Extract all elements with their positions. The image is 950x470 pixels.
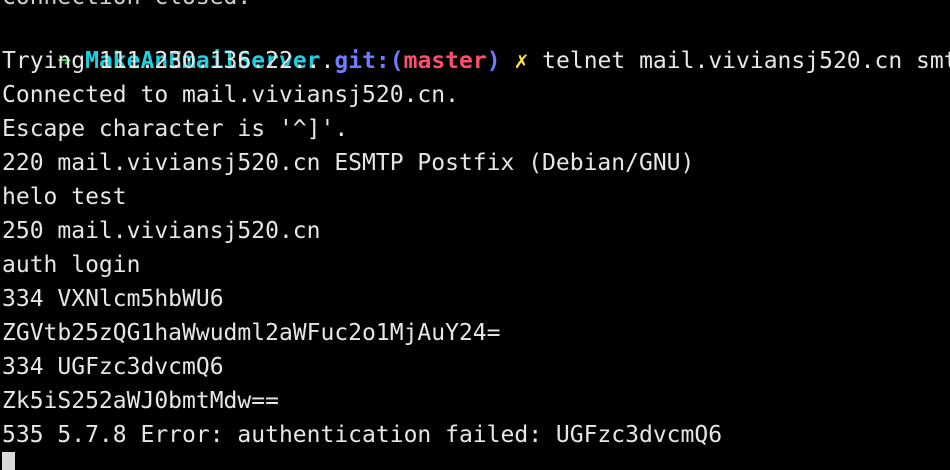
output-line: ZGVtb25zQG1haWwudml2aWFuc2o1MjAuY24= xyxy=(2,320,501,346)
output-line: auth login xyxy=(2,252,141,278)
output-line: Zk5iS252aWJ0bmtMdw== xyxy=(2,388,279,414)
output-line: 535 5.7.8 Error: authentication failed: … xyxy=(2,422,723,448)
terminal-window[interactable]: Connection closed. ➜ MakeAnEmailServer g… xyxy=(0,0,950,470)
prompt-dirty-icon: ✗ xyxy=(514,48,529,74)
output-line: helo test xyxy=(2,184,127,210)
prompt-command: telnet mail.viviansj520.cn smtp xyxy=(542,48,950,74)
output-line: 334 VXNlcm5hbWU6 xyxy=(2,286,224,312)
shell-prompt-line: ➜ MakeAnEmailServer git:(master) ✗ telne… xyxy=(2,10,950,74)
output-line: Escape character is '^]'. xyxy=(2,116,349,142)
output-line: 220 mail.viviansj520.cn ESMTP Postfix (D… xyxy=(2,150,695,176)
output-line: 250 mail.viviansj520.cn xyxy=(2,218,321,244)
output-line: Connected to mail.viviansj520.cn. xyxy=(2,82,459,108)
prompt-git-branch: master xyxy=(403,48,487,74)
output-line: 334 UGFzc3dvcmQ6 xyxy=(2,354,224,380)
prompt-git-close: ) xyxy=(486,48,501,74)
terminal-cursor[interactable] xyxy=(2,452,15,470)
prompt-git-label: git:( xyxy=(334,48,404,74)
output-line: Trying 111.230.136.22... xyxy=(2,48,335,74)
